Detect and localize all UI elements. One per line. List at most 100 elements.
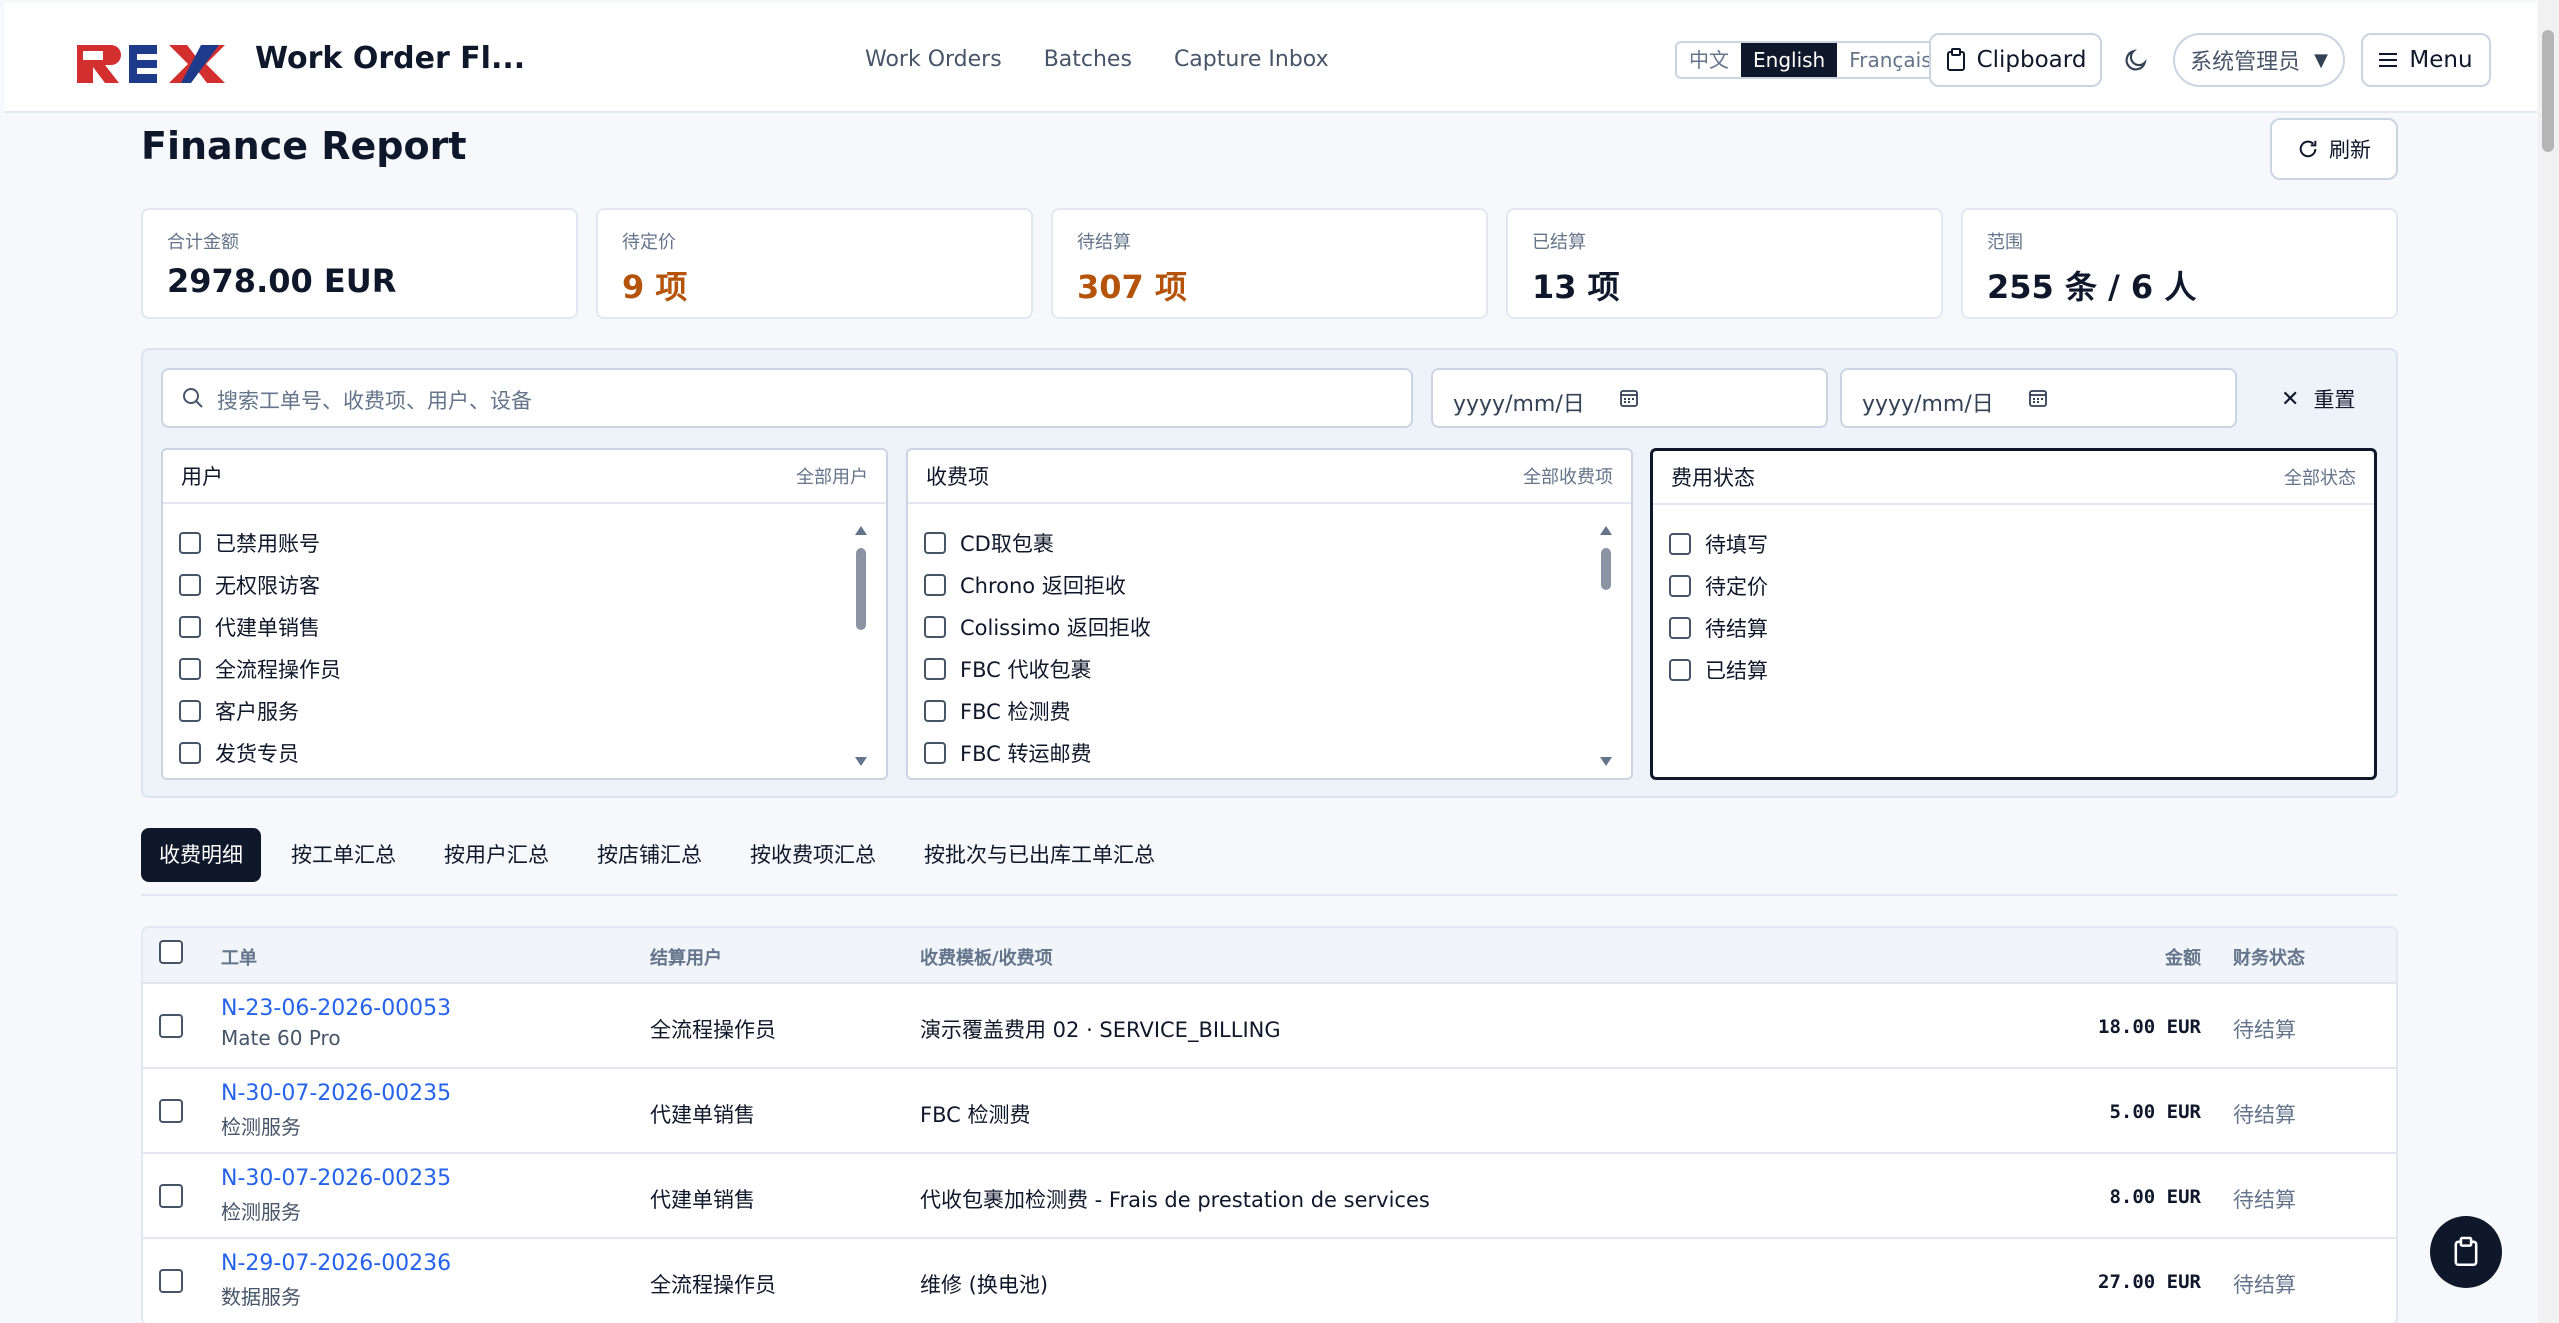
row-checkbox[interactable] xyxy=(159,1099,183,1123)
clipboard-button[interactable]: Clipboard xyxy=(1929,33,2102,87)
scroll-thumb[interactable] xyxy=(1601,548,1611,590)
lang-en[interactable]: English xyxy=(1741,43,1838,77)
lang-fr[interactable]: Français xyxy=(1837,43,1943,77)
checkbox[interactable] xyxy=(924,532,946,554)
checkbox[interactable] xyxy=(924,700,946,722)
checkbox[interactable] xyxy=(179,532,201,554)
filter-option[interactable]: 待定价 xyxy=(1669,565,1768,607)
app-title: Work Order Fl... xyxy=(255,41,526,76)
scroll-thumb[interactable] xyxy=(856,548,866,630)
refresh-button[interactable]: 刷新 xyxy=(2270,118,2398,180)
finance-status: 待结算 xyxy=(2233,1188,2296,1212)
filter-option[interactable]: 代建单销售 xyxy=(179,606,341,648)
refresh-icon xyxy=(2299,140,2317,158)
close-icon: ✕ xyxy=(2281,386,2300,412)
fee-item: 演示覆盖费用 02 · SERVICE_BILLING xyxy=(920,1018,1281,1042)
calendar-icon[interactable] xyxy=(2028,388,2048,408)
panel-scrollbar[interactable] xyxy=(854,526,868,766)
user-role-value: 系统管理员 xyxy=(2190,50,2301,75)
tab-fee-details[interactable]: 收费明细 xyxy=(141,828,261,882)
filter-option[interactable]: FBC 检测费 xyxy=(924,690,1151,732)
search-input[interactable]: 搜索工单号、收费项、用户、设备 xyxy=(161,368,1413,428)
page-scroll-thumb[interactable] xyxy=(2542,30,2554,152)
tab-by-work-order[interactable]: 按工单汇总 xyxy=(273,828,414,882)
filter-option[interactable]: 待填写 xyxy=(1669,523,1768,565)
checkbox[interactable] xyxy=(1669,533,1691,555)
menu-button[interactable]: Menu xyxy=(2361,33,2491,87)
tab-divider xyxy=(141,894,2398,896)
panel-header: 用户 全部用户 xyxy=(163,450,886,504)
lang-zh[interactable]: 中文 xyxy=(1677,43,1741,77)
filter-option[interactable]: 全流程操作员 xyxy=(179,648,341,690)
checkbox[interactable] xyxy=(179,700,201,722)
filter-option[interactable]: FBC 转运邮费 xyxy=(924,732,1151,774)
date-from-placeholder: yyyy/mm/日 xyxy=(1453,392,1585,417)
filter-option[interactable]: CD取包裹 xyxy=(924,522,1151,564)
checkbox[interactable] xyxy=(924,616,946,638)
filter-option[interactable]: 已结算 xyxy=(1669,649,1768,691)
checkbox[interactable] xyxy=(179,616,201,638)
user-role-select[interactable]: 系统管理员 ▼ xyxy=(2173,33,2345,87)
filter-option[interactable]: 无权限访客 xyxy=(179,564,341,606)
work-order-link[interactable]: N-23-06-2026-00053 xyxy=(221,996,451,1021)
stat-label: 待定价 xyxy=(622,232,676,253)
panel-title: 费用状态 xyxy=(1671,466,1755,490)
date-to-input[interactable]: yyyy/mm/日 xyxy=(1840,368,2237,428)
checkbox[interactable] xyxy=(1669,659,1691,681)
page-scrollbar[interactable] xyxy=(2538,0,2559,1323)
floating-clipboard-button[interactable] xyxy=(2430,1216,2502,1288)
row-checkbox[interactable] xyxy=(159,1014,183,1038)
checkbox[interactable] xyxy=(924,574,946,596)
col-amount: 金额 xyxy=(2165,948,2201,969)
nav-capture-inbox[interactable]: Capture Inbox xyxy=(1174,47,1329,72)
select-all-checkbox[interactable] xyxy=(159,940,183,964)
rex-logo[interactable] xyxy=(73,41,233,87)
calendar-icon[interactable] xyxy=(1619,388,1639,408)
checkbox[interactable] xyxy=(1669,617,1691,639)
select-all-users[interactable]: 全部用户 xyxy=(796,463,868,489)
checkbox[interactable] xyxy=(1669,575,1691,597)
work-order-link[interactable]: N-29-07-2026-00236 xyxy=(221,1251,451,1276)
dark-mode-toggle-icon[interactable] xyxy=(2123,47,2149,73)
stat-card-settled: 已结算 13 项 xyxy=(1506,208,1943,319)
filter-option[interactable]: FBC 代收包裹 xyxy=(924,648,1151,690)
panel-scrollbar[interactable] xyxy=(1599,526,1613,766)
tab-by-shop[interactable]: 按店铺汇总 xyxy=(579,828,720,882)
reset-button[interactable]: ✕ 重置 xyxy=(2281,384,2355,414)
checkbox[interactable] xyxy=(924,742,946,764)
checkbox[interactable] xyxy=(179,574,201,596)
stat-label: 已结算 xyxy=(1532,232,1586,253)
filter-option[interactable]: Chrono 返回拒收 xyxy=(924,564,1151,606)
finance-status: 待结算 xyxy=(2233,1273,2296,1297)
row-checkbox[interactable] xyxy=(159,1269,183,1293)
checkbox[interactable] xyxy=(179,658,201,680)
tab-by-fee-item[interactable]: 按收费项汇总 xyxy=(732,828,894,882)
filter-option[interactable]: Colissimo 返回拒收 xyxy=(924,606,1151,648)
fee-item: FBC 检测费 xyxy=(920,1103,1031,1127)
nav-batches[interactable]: Batches xyxy=(1044,47,1132,72)
checkbox[interactable] xyxy=(924,658,946,680)
date-from-input[interactable]: yyyy/mm/日 xyxy=(1431,368,1828,428)
page-title: Finance Report xyxy=(141,124,467,168)
select-all-fee-items[interactable]: 全部收费项 xyxy=(1523,463,1613,489)
main-nav: Work Orders Batches Capture Inbox xyxy=(865,47,1329,72)
tab-by-user[interactable]: 按用户汇总 xyxy=(426,828,567,882)
scroll-down-arrow-icon[interactable] xyxy=(1600,757,1612,766)
row-checkbox[interactable] xyxy=(159,1184,183,1208)
nav-work-orders[interactable]: Work Orders xyxy=(865,47,1002,72)
device-name: Mate 60 Pro xyxy=(221,1026,341,1050)
filter-option[interactable]: 待结算 xyxy=(1669,607,1768,649)
filter-option[interactable]: 客户服务 xyxy=(179,690,341,732)
checkbox[interactable] xyxy=(179,742,201,764)
scroll-up-arrow-icon[interactable] xyxy=(1600,526,1612,535)
scroll-down-arrow-icon[interactable] xyxy=(855,757,867,766)
filter-option[interactable]: 已禁用账号 xyxy=(179,522,341,564)
stat-card-range: 范围 255 条 / 6 人 xyxy=(1961,208,2398,319)
select-all-statuses[interactable]: 全部状态 xyxy=(2284,464,2356,490)
search-placeholder: 搜索工单号、收费项、用户、设备 xyxy=(217,389,532,413)
work-order-link[interactable]: N-30-07-2026-00235 xyxy=(221,1081,451,1106)
scroll-up-arrow-icon[interactable] xyxy=(855,526,867,535)
work-order-link[interactable]: N-30-07-2026-00235 xyxy=(221,1166,451,1191)
filter-option[interactable]: 发货专员 xyxy=(179,732,341,774)
tab-by-batch[interactable]: 按批次与已出库工单汇总 xyxy=(906,828,1173,882)
